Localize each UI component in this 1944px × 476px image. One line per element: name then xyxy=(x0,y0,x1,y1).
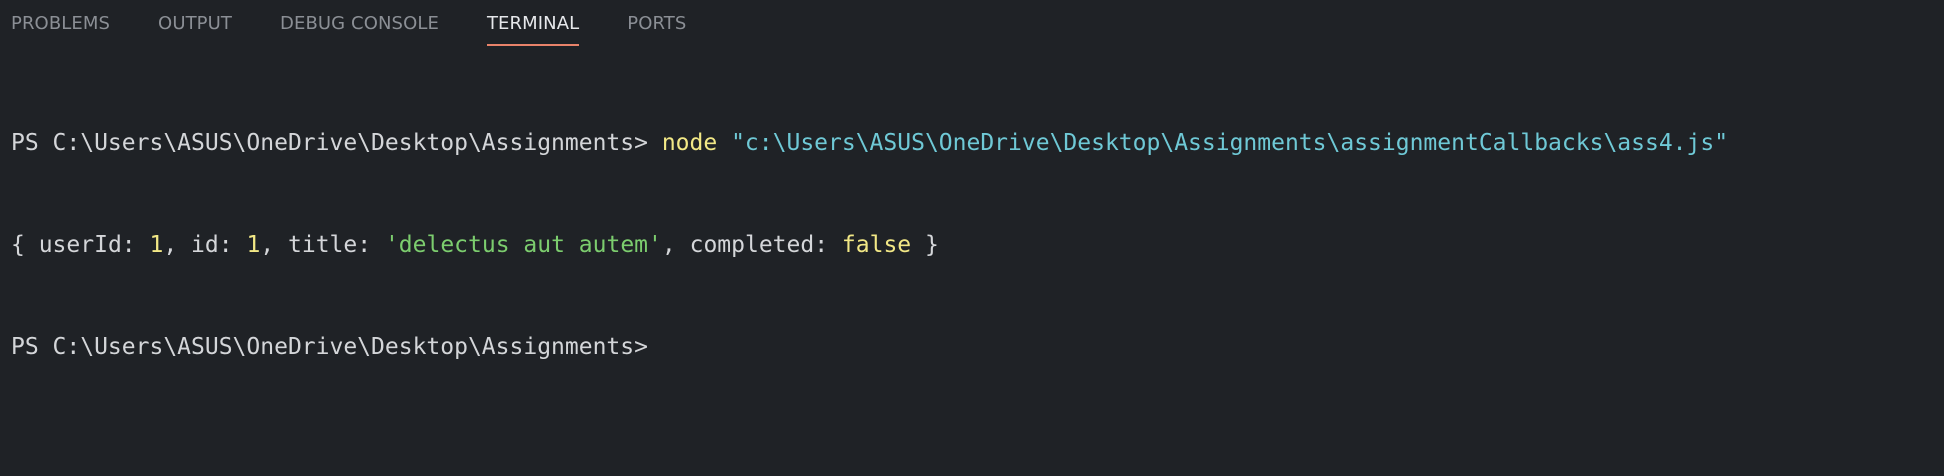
output-value-userid: 1 xyxy=(149,232,164,258)
terminal-prompt: PS C:\Users\ASUS\OneDrive\Desktop\Assign… xyxy=(11,130,662,156)
tab-debug-console[interactable]: DEBUG CONSOLE xyxy=(280,0,439,37)
output-key-userid: userId: xyxy=(38,232,150,258)
tab-terminal[interactable]: TERMINAL xyxy=(486,0,580,46)
tab-problems[interactable]: PROBLEMS xyxy=(11,0,110,37)
output-key-title: title: xyxy=(288,232,385,258)
terminal-line-prompt: PS C:\Users\ASUS\OneDrive\Desktop\Assign… xyxy=(11,330,1944,364)
command-name: node xyxy=(661,130,718,156)
terminal-prompt: PS C:\Users\ASUS\OneDrive\Desktop\Assign… xyxy=(11,334,648,360)
output-open-brace: { xyxy=(11,232,39,258)
output-value-title: 'delectus aut autem' xyxy=(384,232,662,258)
output-separator: , xyxy=(661,232,690,258)
output-separator: , xyxy=(260,232,288,258)
output-separator: , xyxy=(163,232,192,258)
terminal-line-command: PS C:\Users\ASUS\OneDrive\Desktop\Assign… xyxy=(11,126,1944,160)
terminal-output[interactable]: PS C:\Users\ASUS\OneDrive\Desktop\Assign… xyxy=(11,58,1944,432)
output-key-completed: completed: xyxy=(689,232,842,258)
tab-output[interactable]: OUTPUT xyxy=(158,0,232,37)
output-value-id: 1 xyxy=(246,232,261,258)
tab-ports[interactable]: PORTS xyxy=(627,0,686,37)
terminal-panel: PROBLEMS OUTPUT DEBUG CONSOLE TERMINAL P… xyxy=(0,0,1944,476)
output-key-id: id: xyxy=(191,232,247,258)
output-value-completed: false xyxy=(841,232,912,258)
terminal-line-output: { userId: 1, id: 1, title: 'delectus aut… xyxy=(11,228,1944,262)
panel-tab-bar: PROBLEMS OUTPUT DEBUG CONSOLE TERMINAL P… xyxy=(0,0,1944,50)
command-argument: "c:\Users\ASUS\OneDrive\Desktop\Assignme… xyxy=(731,130,1729,156)
output-close-brace: } xyxy=(911,232,939,258)
